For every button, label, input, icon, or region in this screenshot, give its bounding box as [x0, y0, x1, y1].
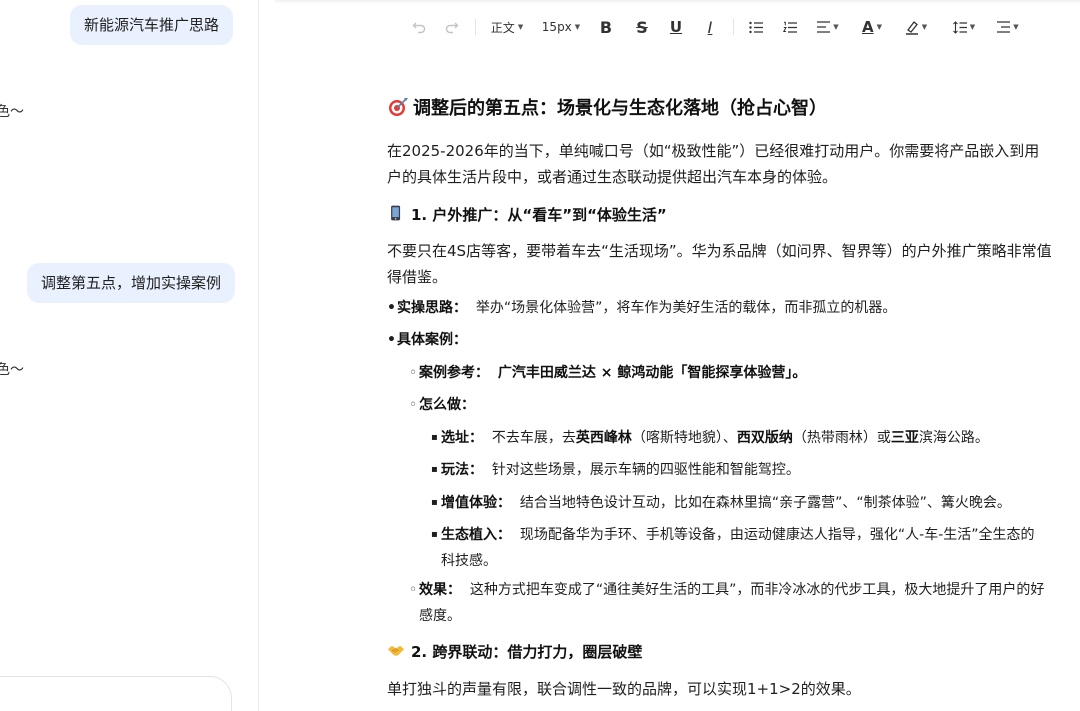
step-text: 结合当地特色设计互动，比如在森林里搞“亲子露营”、“制茶体验”、篝火晚会。 [519, 495, 1011, 511]
step-label: 增值体验： [441, 495, 511, 511]
list-item-label: 实操思路： [397, 300, 467, 316]
underline-button[interactable]: U [667, 14, 685, 40]
step-item: ▪ 玩法： 针对这些场景，展示车辆的四驱性能和智能驾控。 [431, 457, 1043, 483]
line-height-icon[interactable]: ▼ [951, 14, 977, 40]
text-color-icon[interactable]: A ▼ [859, 14, 885, 40]
chevron-down-icon: ▼ [574, 23, 581, 31]
section-heading: 调整后的第五点：场景化与生态化落地（抢占心智） [387, 96, 827, 122]
toolbar-divider [475, 19, 476, 35]
redo-icon[interactable] [441, 14, 463, 40]
bullet-icon: • [387, 332, 396, 348]
subsection-heading-text: 1. 户外推广：从“看车”到“体验生活” [411, 206, 667, 224]
target-icon [389, 98, 408, 116]
step-text: 现场配备华为手环、手机等设备，由运动健康达人指导，强化“人-车-生活”全生态的科… [441, 527, 1035, 569]
chat-panel: 新能源汽车推广思路 色～ 调整第五点，增加实操案例 色～ [0, 0, 259, 711]
step-item: ▪ 生态植入： 现场配备华为手环、手机等设备，由运动健康达人指导，强化“人-车-生… [431, 522, 1043, 574]
bullet-icon: • [387, 300, 396, 316]
step-item: ▪ 选址： 不去车展，去英西峰林（喀斯特地貌）、西双版纳（热带雨林）或三亚滨海公路… [431, 425, 1043, 451]
step-label: 选址： [441, 430, 483, 446]
subsection-heading: 1. 户外推广：从“看车”到“体验生活” [387, 203, 667, 226]
formatting-toolbar: 正文 ▼ 15px ▼ B S U I ▼ A ▼ ▼ ▼ ▼ [275, 0, 1075, 54]
step-highlight: 英西峰林 [575, 430, 632, 446]
step-text: （热带雨林）或 [792, 430, 891, 446]
italic-icon: I [707, 17, 713, 37]
step-text: （喀斯特地貌）、 [631, 430, 737, 446]
italic-button[interactable]: I [701, 14, 719, 40]
font-size-label: 15px [541, 20, 572, 34]
list-item-label: 怎么做： [419, 397, 475, 413]
font-size-select[interactable]: 15px ▼ [541, 14, 581, 40]
assistant-message-fragment: 色～ [0, 362, 24, 378]
bold-button[interactable]: B [597, 14, 615, 40]
toolbar-divider [733, 19, 734, 35]
paragraph-style-select[interactable]: 正文 ▼ [489, 14, 525, 40]
list-item: •实操思路： 举办“场景化体验营”，将车作为美好生活的载体，而非孤立的机器。 [387, 295, 1052, 321]
list-item-label: 效果： [419, 582, 461, 598]
ordered-list-icon[interactable] [781, 14, 799, 40]
indent-icon[interactable]: ▼ [995, 14, 1021, 40]
list-item-label: 具体案例： [397, 332, 467, 348]
square-bullet-icon: ▪ [431, 464, 438, 475]
step-item: ▪ 增值体验： 结合当地特色设计互动，比如在森林里搞“亲子露营”、“制茶体验”、篝… [431, 490, 1043, 516]
assistant-message-fragment: 色～ [0, 104, 24, 120]
underline-icon: U [669, 18, 683, 36]
subsection-intro: 单打独斗的声量有限，联合调性一致的品牌，可以实现1+1>2的效果。 [387, 680, 861, 698]
highlight-icon[interactable]: ▼ [903, 14, 929, 40]
user-message-bubble[interactable]: 新能源汽车推广思路 [70, 5, 234, 45]
square-bullet-icon: ▪ [431, 529, 438, 540]
list-item: ◦ 怎么做： [409, 392, 1052, 418]
circle-bullet-icon: ◦ [409, 365, 418, 381]
step-text: 不去车展，去 [491, 430, 576, 446]
chevron-down-icon: ▼ [921, 23, 928, 31]
subsection-intro: 不要只在4S店等客，要带着车去“生活现场”。华为系品牌（如问界、智界等）的户外推… [387, 242, 1052, 286]
chevron-down-icon: ▼ [876, 23, 882, 31]
square-bullet-icon: ▪ [431, 432, 438, 443]
section-heading-text: 调整后的第五点：场景化与生态化落地（抢占心智） [413, 98, 827, 119]
step-label: 生态植入： [441, 527, 511, 543]
step-highlight: 三亚 [890, 430, 919, 446]
strikethrough-icon: S [636, 17, 648, 37]
chevron-down-icon: ▼ [833, 23, 839, 31]
circle-bullet-icon: ◦ [409, 397, 418, 413]
align-icon[interactable]: ▼ [815, 14, 841, 40]
strikethrough-button[interactable]: S [633, 14, 651, 40]
chat-input-box[interactable] [0, 676, 232, 711]
step-text: 滨海公路。 [918, 430, 989, 446]
document-editor: 正文 ▼ 15px ▼ B S U I ▼ A ▼ ▼ ▼ ▼ 调整后的第五点：… [259, 0, 1080, 711]
text-color-glyph: A [862, 18, 874, 36]
list-item-text: 举办“场景化体验营”，将车作为美好生活的载体，而非孤立的机器。 [475, 300, 897, 316]
paragraph-style-label: 正文 [490, 20, 515, 35]
chevron-down-icon: ▼ [517, 23, 524, 31]
chevron-down-icon: ▼ [1013, 23, 1019, 31]
chevron-down-icon: ▼ [969, 23, 976, 31]
list-item: ◦ 效果： 这种方式把车变成了“通往美好生活的工具”，而非冷冰冰的代步工具，极大… [409, 577, 1052, 629]
user-message-text: 新能源汽车推广思路 [84, 16, 220, 34]
list-item-label: 案例参考： [419, 365, 489, 381]
step-label: 玩法： [441, 462, 483, 478]
subsection-heading: 2. 跨界联动：借力打力，圈层破壁 [387, 640, 642, 663]
subsection-heading-text: 2. 跨界联动：借力打力，圈层破壁 [411, 643, 643, 661]
handshake-icon [387, 645, 405, 656]
undo-icon[interactable] [408, 14, 430, 40]
step-highlight: 西双版纳 [736, 430, 793, 446]
user-message-bubble[interactable]: 调整第五点，增加实操案例 [27, 263, 236, 303]
bullet-list-icon[interactable] [747, 14, 765, 40]
list-item-text: 这种方式把车变成了“通往美好生活的工具”，而非冷冰冰的代步工具，极大地提升了用户… [419, 582, 1045, 624]
list-item: •具体案例： [387, 327, 1052, 353]
square-bullet-icon: ▪ [431, 497, 438, 508]
mobile-phone-icon [391, 205, 401, 221]
bold-icon: B [599, 17, 613, 37]
user-message-text: 调整第五点，增加实操案例 [41, 274, 222, 292]
case-reference-text: 广汽丰田威兰达 × 鲸鸿动能「智能探享体验营」。 [497, 365, 807, 381]
circle-bullet-icon: ◦ [409, 582, 418, 598]
list-item: ◦ 案例参考： 广汽丰田威兰达 × 鲸鸿动能「智能探享体验营」。 [409, 360, 1052, 386]
step-text: 针对这些场景，展示车辆的四驱性能和智能驾控。 [491, 462, 800, 478]
intro-paragraph: 在2025-2026年的当下，单纯喊口号（如“极致性能”）已经很难打动用户。你需… [387, 142, 1040, 186]
